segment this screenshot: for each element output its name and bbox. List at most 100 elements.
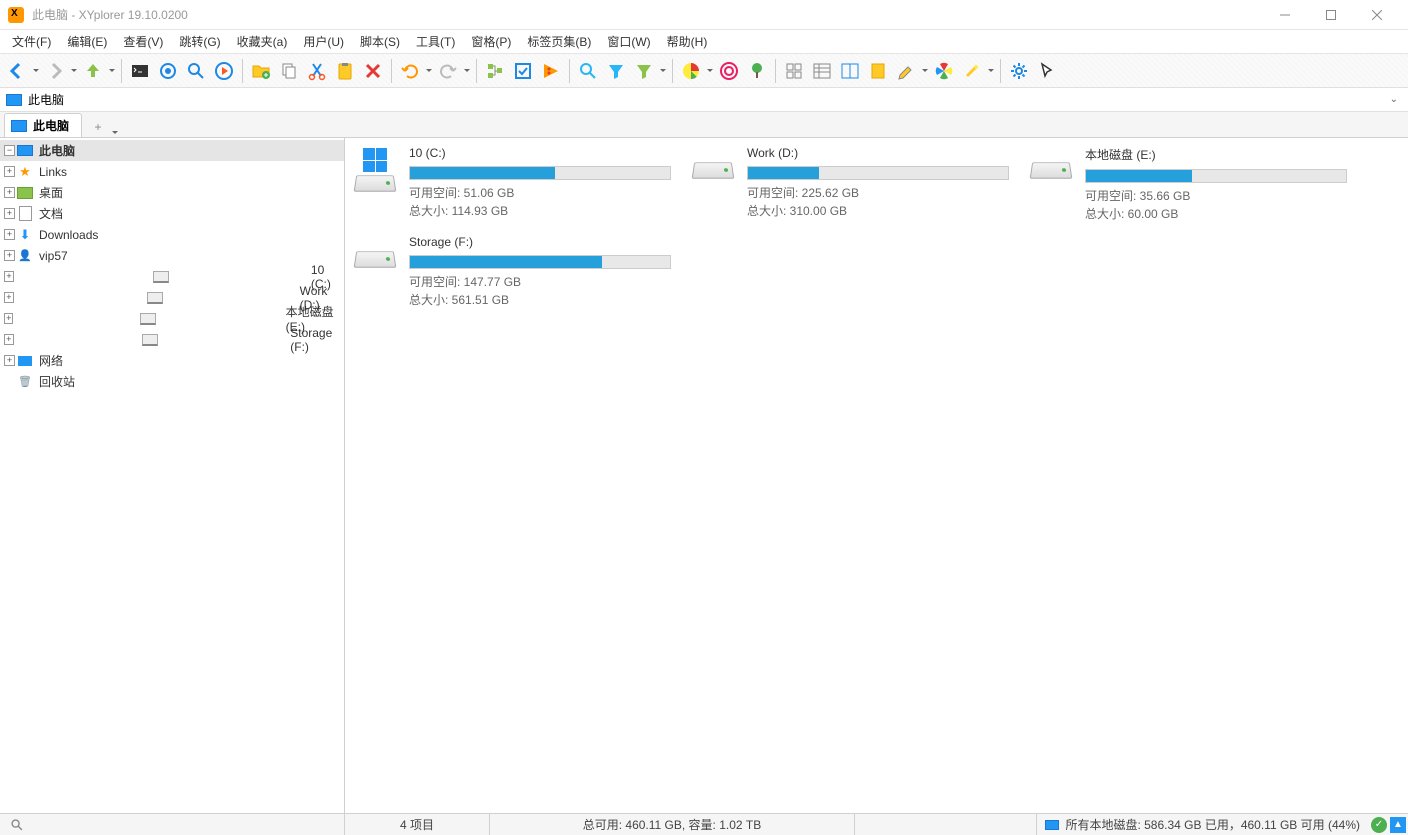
menu-panes[interactable]: 窗格(P) [463, 31, 519, 52]
menu-tools[interactable]: 工具(T) [408, 31, 463, 52]
dual-icon[interactable] [837, 58, 863, 84]
redo-dropdown[interactable] [463, 58, 471, 84]
tree-item[interactable]: +Links [0, 161, 344, 182]
drive-tile[interactable]: Work (D:)可用空间: 225.62 GB总大小: 310.00 GB [689, 146, 1009, 223]
status-search[interactable] [0, 814, 345, 835]
single-icon[interactable] [865, 58, 891, 84]
tree-item[interactable]: +10 (C:) [0, 266, 344, 287]
back-button[interactable] [4, 58, 30, 84]
drive-icon [16, 270, 305, 284]
tab-dropdown[interactable] [108, 128, 122, 137]
copy-icon[interactable] [276, 58, 302, 84]
menu-file[interactable]: 文件(F) [4, 31, 59, 52]
drive-tile[interactable]: Storage (F:)可用空间: 147.77 GB总大小: 561.51 G… [351, 235, 671, 309]
pie-icon[interactable] [678, 58, 704, 84]
filter2-icon[interactable] [631, 58, 657, 84]
status-ok-icon[interactable]: ✓ [1371, 817, 1387, 833]
content-pane: 10 (C:)可用空间: 51.06 GB总大小: 114.93 GBWork … [345, 138, 1408, 813]
tree-item[interactable]: +vip57 [0, 245, 344, 266]
maximize-button[interactable] [1308, 0, 1354, 30]
drive-usage-bar [1085, 169, 1347, 183]
pizza-icon[interactable] [538, 58, 564, 84]
tree-item[interactable]: 回收站 [0, 371, 344, 392]
spiral-icon[interactable] [716, 58, 742, 84]
computer-icon [1045, 820, 1059, 830]
up-button[interactable] [80, 58, 106, 84]
tree-item[interactable]: +文档 [0, 203, 344, 224]
undo-icon[interactable] [397, 58, 423, 84]
tree-root[interactable]: − 此电脑 [0, 140, 344, 161]
addressbar[interactable]: 此电脑 ⌄ [0, 88, 1408, 112]
close-button[interactable] [1354, 0, 1400, 30]
app-icon [8, 7, 24, 23]
drive-icon [16, 333, 285, 347]
undo-dropdown[interactable] [425, 58, 433, 84]
paste-icon[interactable] [332, 58, 358, 84]
wand-icon[interactable] [959, 58, 985, 84]
drive-free: 可用空间: 225.62 GB [747, 184, 1009, 202]
up-dropdown[interactable] [108, 58, 116, 84]
delete-icon[interactable] [360, 58, 386, 84]
wand-dropdown[interactable] [987, 58, 995, 84]
drive-tile[interactable]: 本地磁盘 (E:)可用空间: 35.66 GB总大小: 60.00 GB [1027, 146, 1347, 223]
tree-icon[interactable] [482, 58, 508, 84]
menu-go[interactable]: 跳转(G) [171, 31, 228, 52]
pointer-icon[interactable] [1034, 58, 1060, 84]
tree-item[interactable]: +Storage (F:) [0, 329, 344, 350]
pie-dropdown[interactable] [706, 58, 714, 84]
cmd-icon[interactable] [127, 58, 153, 84]
status-items: 4 项目 [345, 814, 490, 835]
drive-tile[interactable]: 10 (C:)可用空间: 51.06 GB总大小: 114.93 GB [351, 146, 671, 223]
address-dropdown[interactable]: ⌄ [1386, 94, 1402, 105]
pinwheel-icon[interactable] [931, 58, 957, 84]
new-tab-button[interactable]: + [88, 117, 108, 137]
target-icon[interactable] [155, 58, 181, 84]
settings-icon[interactable] [1006, 58, 1032, 84]
minimize-button[interactable] [1262, 0, 1308, 30]
menu-window[interactable]: 窗口(W) [599, 31, 658, 52]
menu-user[interactable]: 用户(U) [295, 31, 352, 52]
filter-icon[interactable] [603, 58, 629, 84]
list-icon[interactable] [809, 58, 835, 84]
drive-icon [15, 312, 279, 326]
new-folder-icon[interactable] [248, 58, 274, 84]
play-icon[interactable] [211, 58, 237, 84]
tree-item[interactable]: +桌面 [0, 182, 344, 203]
redo-icon[interactable] [435, 58, 461, 84]
status-up-icon[interactable]: ▲ [1390, 817, 1406, 833]
menu-tabsets[interactable]: 标签页集(B) [519, 31, 599, 52]
filter-dropdown[interactable] [659, 58, 667, 84]
tree-item[interactable]: +Downloads [0, 224, 344, 245]
tab-this-pc[interactable]: 此电脑 [4, 113, 82, 137]
back-dropdown[interactable] [32, 58, 40, 84]
menu-edit[interactable]: 编辑(E) [59, 31, 115, 52]
menu-script[interactable]: 脚本(S) [352, 31, 408, 52]
bin-icon [17, 375, 33, 389]
tree2-icon[interactable] [744, 58, 770, 84]
cut-icon[interactable] [304, 58, 330, 84]
forward-dropdown[interactable] [70, 58, 78, 84]
menu-view[interactable]: 查看(V) [115, 31, 171, 52]
net-icon [17, 354, 33, 368]
drive-icon [1027, 146, 1075, 194]
menu-help[interactable]: 帮助(H) [659, 31, 716, 52]
down-icon [17, 228, 33, 242]
forward-button[interactable] [42, 58, 68, 84]
select-icon[interactable] [510, 58, 536, 84]
grid-icon[interactable] [781, 58, 807, 84]
brush-dropdown[interactable] [921, 58, 929, 84]
drive-free: 可用空间: 51.06 GB [409, 184, 671, 202]
statusbar: 4 项目 总可用: 460.11 GB, 容量: 1.02 TB 所有本地磁盘:… [0, 813, 1408, 835]
status-summary: 总可用: 460.11 GB, 容量: 1.02 TB [490, 814, 855, 835]
drive-free: 可用空间: 35.66 GB [1085, 187, 1347, 205]
drive-total: 总大小: 114.93 GB [409, 202, 671, 220]
find-icon[interactable] [575, 58, 601, 84]
menu-favorites[interactable]: 收藏夹(a) [229, 31, 296, 52]
search-icon[interactable] [183, 58, 209, 84]
drive-usage-bar [747, 166, 1009, 180]
folder-tree: − 此电脑 +Links+桌面+文档+Downloads+vip57+10 (C… [0, 138, 345, 813]
tab-label: 此电脑 [33, 117, 69, 134]
computer-icon [17, 145, 33, 156]
drive-total: 总大小: 310.00 GB [747, 202, 1009, 220]
brush-icon[interactable] [893, 58, 919, 84]
